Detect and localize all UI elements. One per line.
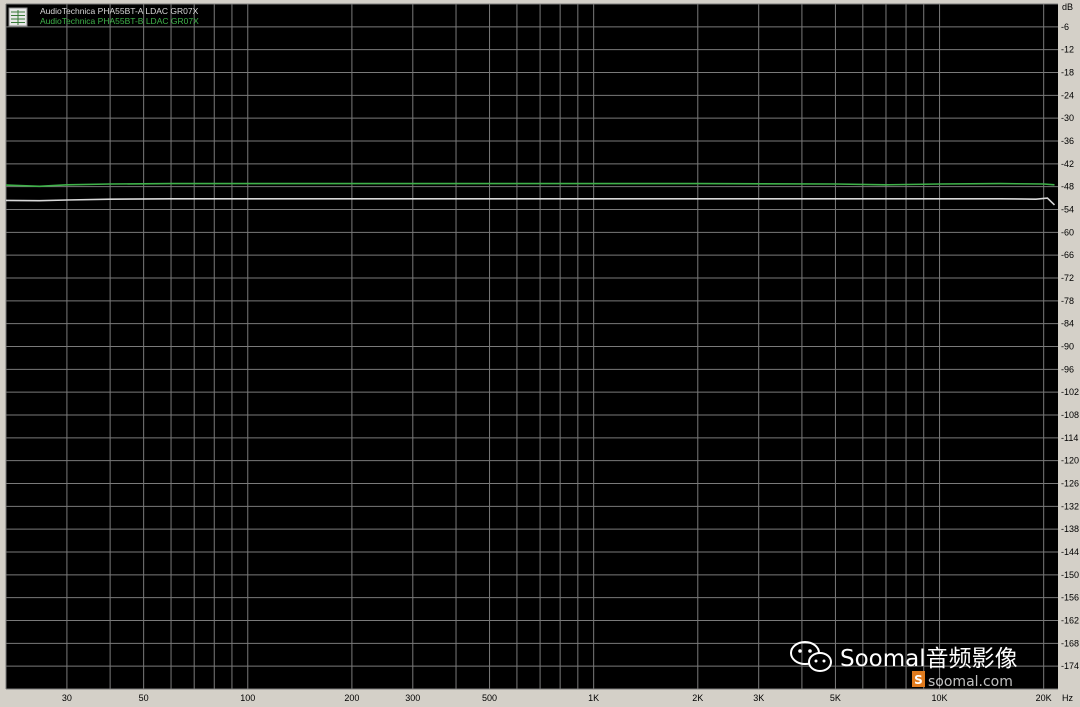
y-tick-label: -66 [1061,250,1074,260]
x-tick-label: 100 [240,693,255,703]
y-tick-label: -42 [1061,159,1074,169]
y-tick-label: -144 [1061,547,1079,557]
y-axis-unit: dB [1062,2,1073,12]
y-tick-label: -12 [1061,45,1074,55]
x-tick-label: 50 [139,693,149,703]
y-tick-label: -60 [1061,227,1074,237]
watermark-text: Soomal音频影像 [840,646,1018,672]
legend-entry-2: AudioTechnica PHA55BT-B LDAC GR07X [40,16,199,26]
y-tick-label: -102 [1061,387,1079,397]
y-tick-label: -108 [1061,410,1079,420]
analyzer-window: dB -6 -12 -18 -24 -30 -36 -42 -48 -54 -60 -66 -72 -78… [0,0,1080,707]
y-tick-label: -114 [1061,433,1078,443]
y-tick-label: -18 [1061,68,1074,78]
y-tick-label: -126 [1061,479,1079,489]
y-tick-label: -168 [1061,638,1079,648]
y-tick-label: -96 [1061,364,1074,374]
x-tick-label: 300 [405,693,420,703]
y-tick-label: -138 [1061,524,1079,534]
y-tick-label: -6 [1061,22,1069,32]
y-tick-label: -30 [1061,113,1074,123]
x-tick-label: 5K [830,693,841,703]
legend-entry-1: AudioTechnica PHA55BT-A LDAC GR07X [40,6,199,16]
x-tick-label: 1K [588,693,599,703]
x-axis-unit: Hz [1062,693,1073,703]
y-tick-label: -78 [1061,296,1074,306]
legend-table-icon[interactable] [8,7,28,27]
x-tick-label: 3K [753,693,764,703]
x-tick-label: 500 [482,693,497,703]
frequency-response-chart: dB -6 -12 -18 -24 -30 -36 -42 -48 -54 -60 -66 -72 -78… [5,2,1079,703]
y-tick-label: -90 [1061,342,1074,352]
soomal-logo: Ssoomal.com [912,671,1013,690]
y-tick-label: -150 [1061,570,1079,580]
y-axis: dB -6 -12 -18 -24 -30 -36 -42 -48 -54 -60 -66 -72 -78… [1061,2,1079,671]
watermark-site: soomal.com [928,674,1013,690]
x-tick-label: 30 [62,693,72,703]
y-tick-label: -162 [1061,616,1079,626]
y-tick-label: -48 [1061,182,1074,192]
y-tick-label: -120 [1061,456,1079,466]
y-tick-label: -36 [1061,136,1074,146]
y-tick-label: -84 [1061,319,1074,329]
x-tick-label: 10K [932,693,948,703]
x-tick-label: 200 [344,693,359,703]
y-tick-label: -174 [1061,661,1079,671]
x-tick-label: 2K [692,693,703,703]
y-tick-label: -54 [1061,205,1074,215]
y-tick-label: -24 [1061,90,1074,100]
y-tick-label: -156 [1061,593,1079,603]
logo-letter: S [914,673,923,687]
x-axis: 30 50 100 200 300 500 1K 2K 3K 5K 10K 20K Hz [62,693,1074,703]
y-tick-label: -72 [1061,273,1074,283]
y-tick-label: -132 [1061,501,1079,511]
x-tick-label: 20K [1036,693,1052,703]
